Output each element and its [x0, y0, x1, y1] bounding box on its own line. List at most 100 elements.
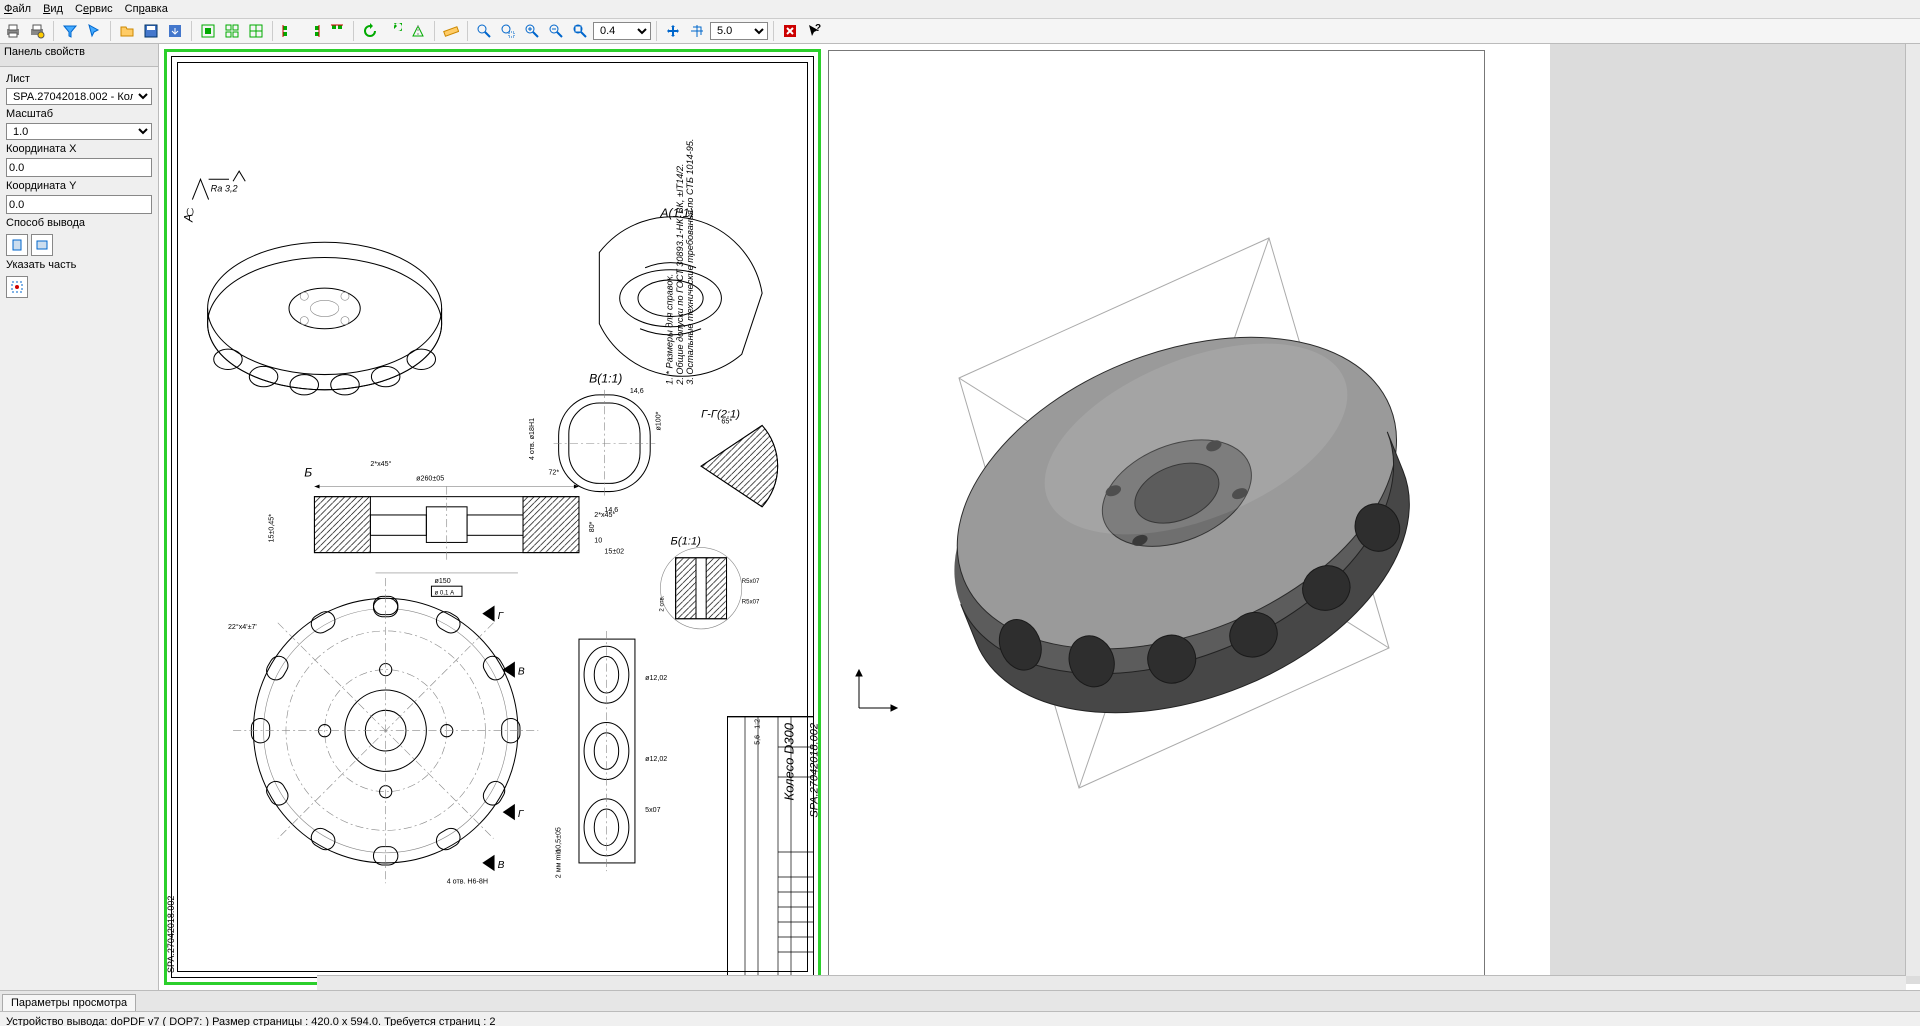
sheet-select[interactable]: SPA.27042018.002 - Колесо: [6, 88, 152, 105]
svg-text:2*x45°: 2*x45°: [370, 460, 391, 468]
render-svg: [829, 51, 1484, 985]
align-left-icon[interactable]: [278, 20, 300, 42]
svg-text:2. Общие допуски по ГОСТ 30893: 2. Общие допуски по ГОСТ 30893.1-НК, ВК,…: [675, 164, 685, 386]
svg-text:4 отв. H6-8H: 4 отв. H6-8H: [447, 877, 488, 885]
svg-text:5х07: 5х07: [645, 806, 660, 814]
print-icon[interactable]: [2, 20, 24, 42]
svg-text:2 отв.: 2 отв.: [658, 595, 665, 611]
help-icon[interactable]: ?: [803, 20, 825, 42]
menu-service[interactable]: Сервис: [75, 3, 113, 15]
svg-text:10: 10: [594, 536, 602, 544]
grid-icon[interactable]: [245, 20, 267, 42]
pick-label: Указать часть: [6, 259, 152, 271]
fit-icon[interactable]: [197, 20, 219, 42]
svg-text:R5х07: R5х07: [742, 578, 760, 585]
status-text: Устройство вывода: doPDF v7 ( DOP7: ) Ра…: [6, 1016, 495, 1026]
svg-text:( ): ( ): [186, 207, 194, 216]
title-block: SPA.27042018.002 Колесо D300 5,6 1:2: [727, 716, 813, 977]
main-area: Панель свойств Лист SPA.27042018.002 - К…: [0, 44, 1920, 990]
coordy-label: Координата Y: [6, 180, 152, 192]
svg-text:Б(1:1): Б(1:1): [671, 535, 702, 547]
svg-text:Г: Г: [498, 611, 505, 622]
tile-icon[interactable]: [221, 20, 243, 42]
bottom-tabs: Параметры просмотра: [0, 990, 1920, 1011]
select-icon[interactable]: [83, 20, 105, 42]
scroll-vertical[interactable]: [1905, 44, 1920, 976]
flip-icon[interactable]: [407, 20, 429, 42]
zoom-icon[interactable]: [473, 20, 495, 42]
svg-text:ø 0,1 А: ø 0,1 А: [435, 589, 456, 596]
sheet-3d[interactable]: [828, 50, 1485, 986]
svg-text:ø12,02: ø12,02: [645, 674, 667, 682]
pan-icon[interactable]: [662, 20, 684, 42]
output-portrait-icon[interactable]: [6, 234, 28, 256]
cancel-icon[interactable]: [779, 20, 801, 42]
open-icon[interactable]: [116, 20, 138, 42]
svg-text:3. Остальные технические требо: 3. Остальные технические требования по С…: [685, 139, 695, 385]
zoom-in-icon[interactable]: [521, 20, 543, 42]
status-bar: Устройство вывода: doPDF v7 ( DOP7: ) Ра…: [0, 1011, 1920, 1026]
rotate-left-icon[interactable]: [359, 20, 381, 42]
svg-text:2 мм min: 2 мм min: [555, 849, 563, 878]
save-icon[interactable]: [140, 20, 162, 42]
align-top-icon[interactable]: [326, 20, 348, 42]
svg-text:10,5±05: 10,5±05: [555, 827, 563, 853]
svg-text:Ra 3,2: Ra 3,2: [211, 183, 238, 193]
import-icon[interactable]: [164, 20, 186, 42]
svg-text:80*: 80*: [588, 521, 596, 532]
svg-text:ø260±05: ø260±05: [416, 474, 444, 482]
coordy-input[interactable]: [6, 195, 152, 214]
rotate-right-icon[interactable]: [383, 20, 405, 42]
grid-snap-icon[interactable]: [686, 20, 708, 42]
svg-text:В: В: [518, 667, 525, 678]
tab-preview-params[interactable]: Параметры просмотра: [2, 994, 136, 1011]
menu-bar: ФФайлайл Вид Сервис Справка: [0, 0, 1920, 19]
svg-text:?: ?: [815, 23, 821, 34]
svg-text:2*x45°: 2*x45°: [594, 511, 615, 519]
svg-text:ø150: ø150: [435, 577, 451, 585]
coordx-input[interactable]: [6, 158, 152, 177]
svg-text:1. * Размеры для справок.: 1. * Размеры для справок.: [665, 274, 675, 385]
align-right-icon[interactable]: [302, 20, 324, 42]
drawing-svg: А Ra 3,2( ) А(1:1): [172, 57, 813, 977]
svg-text:Г: Г: [518, 809, 525, 820]
coordx-label: Координата X: [6, 143, 152, 155]
pick-region-icon[interactable]: [6, 276, 28, 298]
output-label: Способ вывода: [6, 217, 152, 229]
panel-title: Панель свойств: [0, 44, 158, 67]
zoom-combo[interactable]: 0.4: [593, 22, 651, 40]
canvas-gutter: [1550, 44, 1920, 984]
scale-select[interactable]: 1.0: [6, 123, 152, 140]
svg-text:В(1:1): В(1:1): [589, 372, 622, 386]
svg-text:22°х4'±7': 22°х4'±7': [228, 623, 257, 631]
step-combo[interactable]: 5.0: [710, 22, 768, 40]
svg-text:Б: Б: [304, 465, 312, 479]
svg-text:14,6: 14,6: [630, 387, 644, 395]
menu-file[interactable]: ФФайлайл: [4, 3, 31, 15]
zoom-window-icon[interactable]: [497, 20, 519, 42]
menu-help[interactable]: Справка: [125, 3, 168, 15]
print-setup-icon[interactable]: [26, 20, 48, 42]
svg-text:15±0,45*: 15±0,45*: [268, 514, 276, 543]
zoom-out-icon[interactable]: [545, 20, 567, 42]
sheet-drawing[interactable]: А Ra 3,2( ) А(1:1): [165, 50, 820, 984]
zoom-fit-icon[interactable]: [569, 20, 591, 42]
svg-text:15±02: 15±02: [604, 548, 624, 556]
measure-icon[interactable]: [440, 20, 462, 42]
svg-text:В: В: [498, 860, 505, 871]
svg-text:R5х07: R5х07: [742, 598, 760, 605]
scroll-horizontal[interactable]: [317, 975, 1906, 990]
drawing-number-side: SPA.27042018.002: [166, 896, 176, 973]
scale-label: Масштаб: [6, 108, 152, 120]
output-landscape-icon[interactable]: [31, 234, 53, 256]
filter-icon[interactable]: [59, 20, 81, 42]
properties-panel: Панель свойств Лист SPA.27042018.002 - К…: [0, 44, 159, 990]
svg-text:72*: 72*: [548, 468, 559, 476]
svg-text:4 отв. ø18H1: 4 отв. ø18H1: [528, 418, 536, 460]
svg-text:65*: 65*: [721, 417, 732, 425]
preview-canvas[interactable]: А Ra 3,2( ) А(1:1): [159, 44, 1920, 990]
svg-text:ø12,02: ø12,02: [645, 755, 667, 763]
menu-view[interactable]: Вид: [43, 3, 63, 15]
sheet-label: Лист: [6, 73, 152, 85]
toolbar: 0.4 5.0 ?: [0, 19, 1920, 44]
